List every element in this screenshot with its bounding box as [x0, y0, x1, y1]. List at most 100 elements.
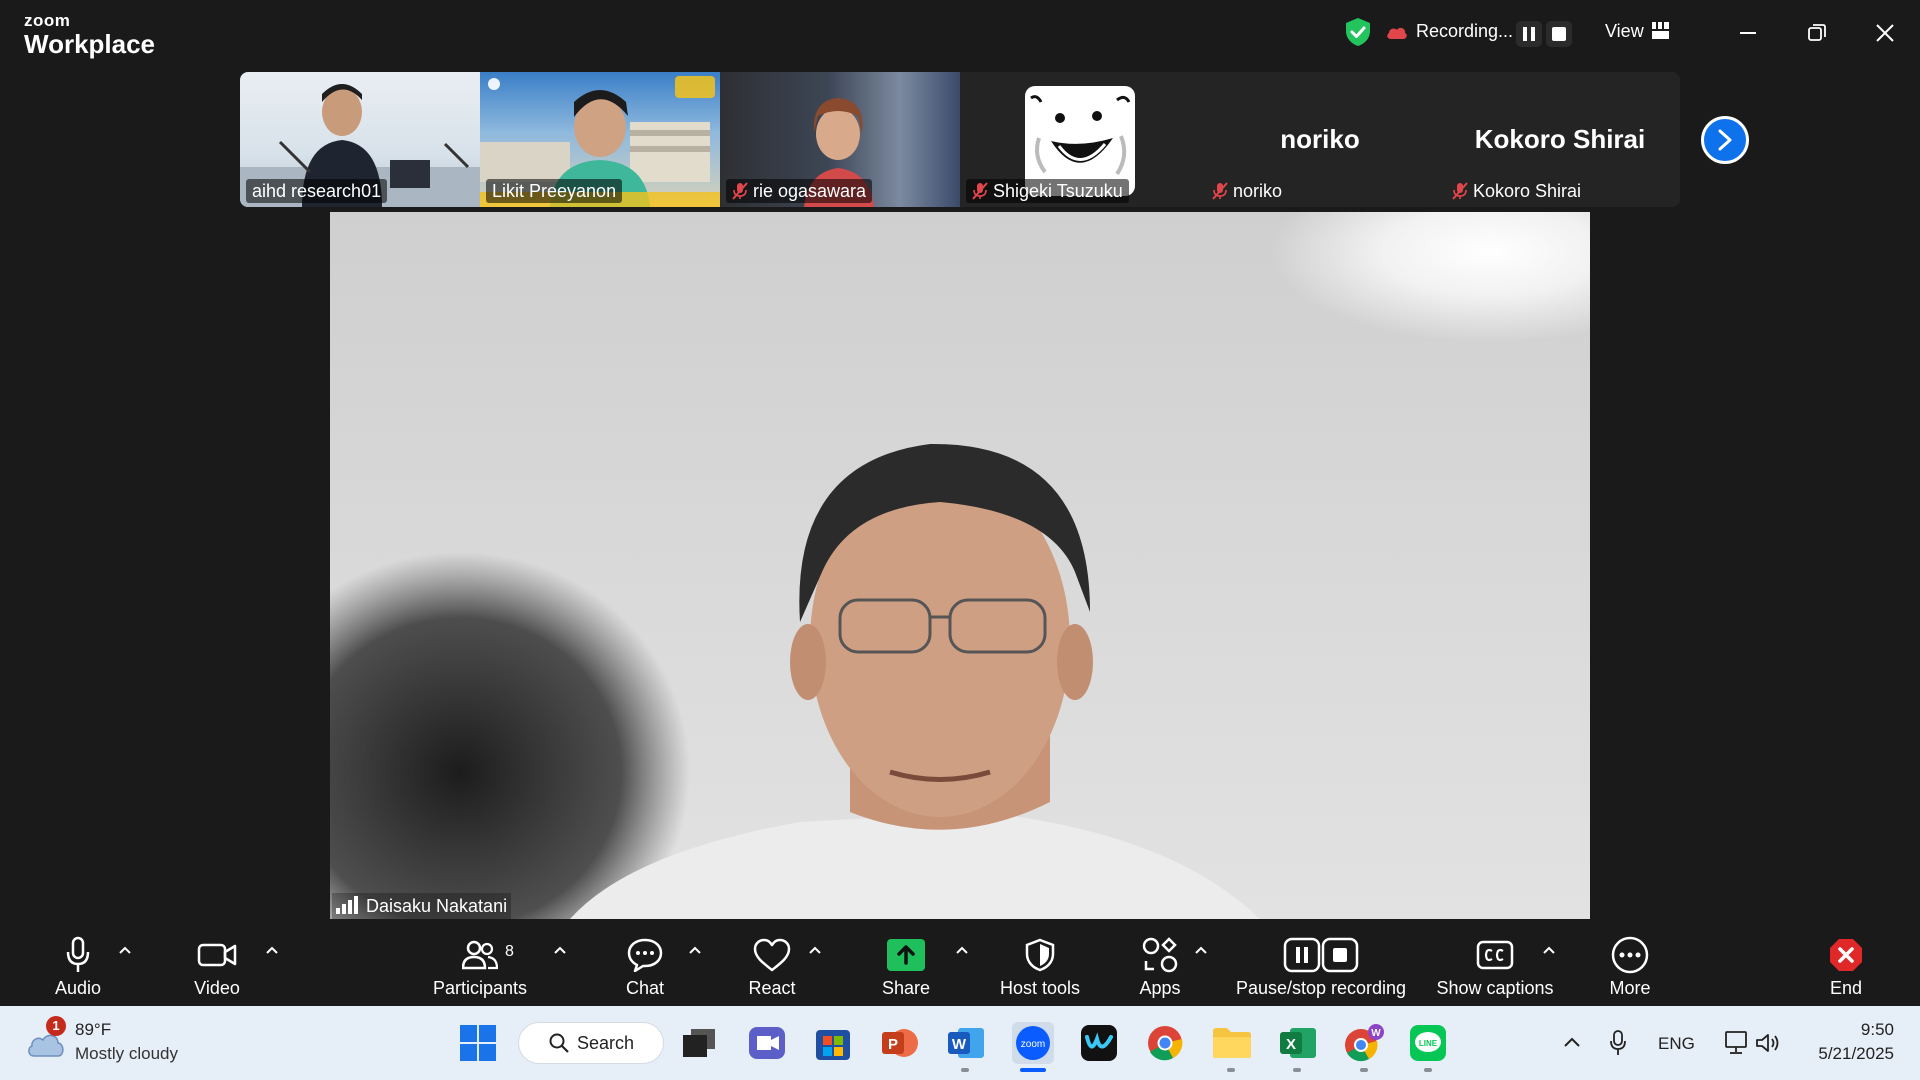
- share-screen-button[interactable]: Share: [876, 919, 936, 1006]
- closed-captions-icon: [1476, 940, 1514, 970]
- stop-recording-button[interactable]: [1546, 21, 1572, 47]
- video-options-caret-icon[interactable]: [265, 945, 279, 955]
- minimize-icon: [1740, 32, 1756, 34]
- task-view-button[interactable]: [678, 1022, 720, 1064]
- chrome-app-button[interactable]: [1144, 1022, 1186, 1064]
- webex-app-button[interactable]: [1078, 1022, 1120, 1064]
- participant-tile[interactable]: rie ogasawara: [720, 72, 960, 207]
- chrome-icon: [1148, 1026, 1183, 1061]
- svg-text:W: W: [1371, 1028, 1381, 1039]
- pause-icon: [1523, 27, 1535, 41]
- svg-text:zoom: zoom: [1021, 1039, 1045, 1050]
- view-button[interactable]: View: [1605, 21, 1644, 42]
- react-options-caret-icon[interactable]: [808, 945, 822, 955]
- audio-options-caret-icon[interactable]: [118, 945, 132, 955]
- participant-name: aihd research01: [246, 179, 388, 203]
- participant-name: Likit Preeyanon: [486, 179, 623, 203]
- close-button[interactable]: [1870, 18, 1900, 48]
- clock-date[interactable]: 5/21/2025: [1794, 1044, 1894, 1064]
- running-indicator: [1293, 1068, 1301, 1072]
- apps-options-caret-icon[interactable]: [1194, 945, 1208, 955]
- file-explorer-app-button[interactable]: [1211, 1022, 1253, 1064]
- excel-icon: X: [1280, 1028, 1316, 1058]
- weather-temperature[interactable]: 89°F: [75, 1020, 111, 1040]
- microphone-icon: [66, 936, 90, 972]
- grid-view-icon[interactable]: [1652, 22, 1669, 39]
- recording-status: Recording...: [1416, 21, 1514, 41]
- chevron-right-icon: [1718, 129, 1732, 151]
- line-app-button[interactable]: LINE: [1407, 1022, 1449, 1064]
- captions-options-caret-icon[interactable]: [1542, 945, 1556, 955]
- host-tools-button[interactable]: Host tools: [990, 919, 1090, 1006]
- line-chat-icon: LINE: [1410, 1025, 1446, 1061]
- zoom-app-icon: zoom: [1016, 1026, 1050, 1060]
- main-speaker-video[interactable]: [330, 212, 1590, 919]
- minimize-button[interactable]: [1733, 18, 1763, 48]
- participant-tile[interactable]: Likit Preeyanon: [480, 72, 720, 207]
- chat-options-caret-icon[interactable]: [688, 945, 702, 955]
- zoom-app-button[interactable]: zoom: [1012, 1022, 1054, 1064]
- meet-app-button[interactable]: [746, 1022, 788, 1064]
- participant-display-name: noriko: [1280, 124, 1360, 154]
- clock-time[interactable]: 9:50: [1842, 1020, 1894, 1040]
- tray-microphone-icon[interactable]: [1610, 1030, 1626, 1056]
- powerpoint-app-button[interactable]: P: [879, 1022, 921, 1064]
- security-shield-icon[interactable]: [1344, 17, 1372, 47]
- participant-tile[interactable]: noriko noriko: [1200, 72, 1440, 207]
- show-captions-button[interactable]: Show captions: [1430, 919, 1560, 1006]
- participant-tile[interactable]: Kokoro Shirai Kokoro Shirai: [1440, 72, 1680, 207]
- react-button[interactable]: React: [742, 919, 802, 1006]
- network-icon[interactable]: [1722, 1030, 1750, 1056]
- audio-button[interactable]: Audio: [48, 919, 108, 1006]
- video-button[interactable]: Video: [187, 919, 247, 1006]
- participant-name: Shigeki Tsuzuku: [966, 179, 1129, 203]
- svg-text:X: X: [1286, 1036, 1296, 1053]
- brand-big: Workplace: [24, 29, 156, 59]
- svg-text:W: W: [952, 1036, 967, 1053]
- participants-count: 8: [505, 943, 514, 960]
- input-language-indicator[interactable]: ENG: [1658, 1034, 1695, 1054]
- running-indicator: [961, 1068, 969, 1072]
- store-icon: [816, 1030, 850, 1060]
- pause-stop-recording-button[interactable]: Pause/stop recording: [1231, 919, 1411, 1006]
- pause-stop-recording-icon: [1283, 937, 1359, 973]
- show-hidden-icons-chevron-up-icon[interactable]: [1563, 1036, 1581, 1048]
- excel-app-button[interactable]: X: [1277, 1022, 1319, 1064]
- brand-small: zoom: [24, 11, 71, 30]
- chrome-profile-app-button[interactable]: W: [1343, 1022, 1385, 1064]
- apps-button[interactable]: Apps: [1130, 919, 1190, 1006]
- video-camera-icon: [197, 943, 237, 967]
- webex-icon: [1081, 1025, 1117, 1061]
- heart-icon: [753, 938, 791, 972]
- chat-bubble-icon: [627, 938, 663, 972]
- more-button[interactable]: More: [1600, 919, 1660, 1006]
- share-options-caret-icon[interactable]: [955, 945, 969, 955]
- running-indicator: [1424, 1068, 1432, 1072]
- next-page-button[interactable]: [1701, 116, 1749, 164]
- participants-options-caret-icon[interactable]: [553, 945, 567, 955]
- participant-tile[interactable]: Shigeki Tsuzuku: [960, 72, 1200, 207]
- restore-button[interactable]: [1802, 18, 1832, 48]
- participants-icon: [462, 940, 498, 970]
- volume-icon[interactable]: [1755, 1032, 1781, 1054]
- muted-mic-icon: [972, 182, 988, 200]
- weather-notification-badge: 1: [46, 1016, 66, 1036]
- chat-button[interactable]: Chat: [615, 919, 675, 1006]
- video-meeting-app-icon: [749, 1027, 785, 1059]
- taskbar-search[interactable]: Search: [518, 1022, 664, 1064]
- title-bar: zoom Workplace Recording... View: [0, 0, 1920, 66]
- participants-button[interactable]: Participants: [425, 919, 535, 1006]
- windows-logo-icon: [460, 1025, 496, 1061]
- pause-recording-button[interactable]: [1516, 21, 1542, 47]
- word-app-button[interactable]: W: [945, 1022, 987, 1064]
- weather-description[interactable]: Mostly cloudy: [75, 1044, 178, 1064]
- store-app-button[interactable]: [812, 1022, 854, 1064]
- participant-tile[interactable]: aihd research01: [240, 72, 480, 207]
- end-meeting-button[interactable]: End: [1818, 919, 1874, 1006]
- end-meeting-icon: [1830, 939, 1862, 971]
- start-button[interactable]: [457, 1022, 499, 1064]
- active-indicator: [1020, 1068, 1046, 1072]
- speaker-name-label: Daisaku Nakatani: [332, 893, 512, 919]
- apps-icon: [1142, 937, 1178, 973]
- running-indicator: [1227, 1068, 1235, 1072]
